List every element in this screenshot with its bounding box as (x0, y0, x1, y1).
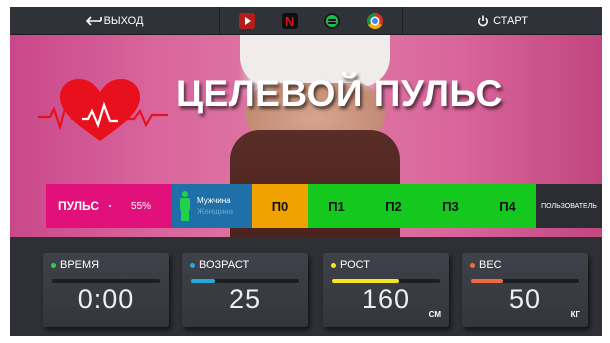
height-unit: СМ (428, 310, 441, 319)
height-panel[interactable]: РОСТ 160 СМ (323, 253, 449, 327)
pulse-value: 55% (131, 200, 152, 212)
page-title: ЦЕЛЕВОЙ ПУЛЬС (176, 73, 503, 114)
time-dot (51, 262, 56, 268)
age-dot (190, 262, 195, 268)
time-label: ВРЕМЯ (60, 259, 100, 271)
exit-button[interactable]: ВЫХОД (10, 7, 220, 35)
heart-pulse-icon (38, 79, 168, 141)
time-panel[interactable]: ВРЕМЯ 0:00 (43, 253, 169, 327)
gender-male[interactable]: Мужчина (197, 195, 233, 206)
person-icon (179, 191, 191, 221)
height-slider-fill (332, 279, 399, 283)
weight-label: ВЕС (479, 259, 502, 271)
settings-panel-row: ВРЕМЯ 0:00 ВОЗРАСТ 25 РОСТ 160 СМ ВЕС 50… (10, 237, 602, 336)
user-button[interactable]: ПОЛЬЗОВАТЕЛЬ (536, 184, 602, 228)
zone-button-p4[interactable]: П4 (479, 184, 536, 228)
top-bar: ВЫХОД N СТАРТ (10, 7, 602, 35)
gender-female[interactable]: Женщина (197, 206, 233, 217)
height-slider[interactable] (332, 279, 440, 283)
zone-button-p3[interactable]: П3 (422, 184, 479, 228)
age-slider[interactable] (191, 279, 299, 283)
start-button[interactable]: СТАРТ (402, 7, 602, 35)
pulse-indicator: ПУЛЬС 55% (46, 184, 172, 228)
age-label: ВОЗРАСТ (199, 259, 250, 271)
weight-value: 50 (508, 284, 542, 314)
app-shortcuts: N (220, 7, 402, 35)
zone-button-p1[interactable]: П1 (308, 184, 365, 228)
time-slider[interactable] (52, 279, 160, 283)
youtube-icon[interactable] (239, 13, 256, 29)
app-window: ВЫХОД N СТАРТ ЦЕЛЕВОЙ ПУЛЬС ПУЛЬС 55% Му… (10, 7, 602, 336)
start-label: СТАРТ (493, 15, 528, 27)
exit-label: ВЫХОД (103, 15, 144, 27)
weight-slider[interactable] (471, 279, 579, 283)
back-arrow-icon (85, 16, 102, 26)
time-value: 0:00 (77, 284, 135, 314)
age-slider-fill (191, 279, 215, 283)
weight-panel[interactable]: ВЕС 50 КГ (462, 253, 588, 327)
height-dot (331, 262, 336, 268)
age-value: 25 (228, 284, 262, 314)
zone-button-p2[interactable]: П2 (365, 184, 422, 228)
netflix-icon[interactable]: N (281, 13, 298, 29)
height-label: РОСТ (340, 259, 370, 271)
pulse-zone-bar: ПУЛЬС 55% Мужчина Женщина П0 П1 П2 П3 П4… (46, 184, 602, 228)
weight-slider-fill (471, 279, 504, 283)
age-panel[interactable]: ВОЗРАСТ 25 (182, 253, 308, 327)
weight-dot (470, 262, 475, 268)
power-icon (478, 15, 489, 27)
chrome-icon[interactable] (366, 13, 383, 29)
pulse-label: ПУЛЬС (58, 199, 100, 213)
weight-unit: КГ (570, 310, 580, 319)
zone-button-p0[interactable]: П0 (252, 184, 308, 228)
gender-toggle[interactable]: Мужчина Женщина (172, 184, 252, 228)
spotify-icon[interactable] (324, 13, 341, 29)
